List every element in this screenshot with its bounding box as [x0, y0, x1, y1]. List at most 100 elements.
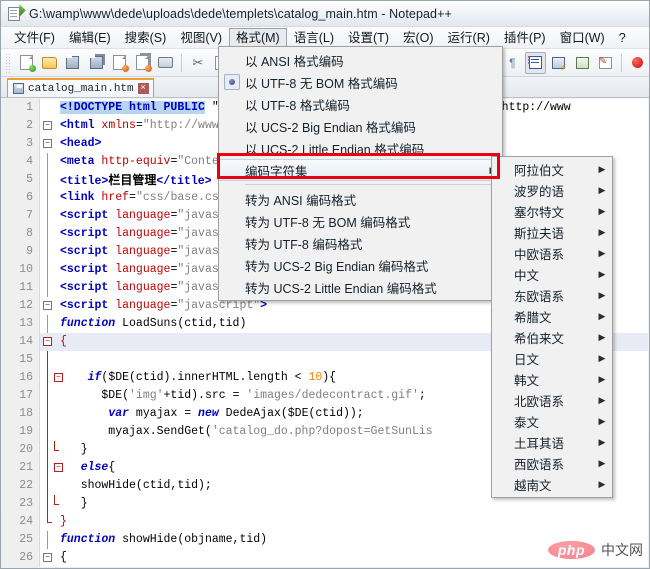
fold-column[interactable] [40, 495, 59, 513]
chevron-right-icon: ▶ [598, 290, 606, 300]
submenu-item-hebrew[interactable]: 希伯来文 ▶ [492, 327, 612, 348]
submenu-item-eastern-european[interactable]: 东欧语系 ▶ [492, 285, 612, 306]
show-all-chars-icon[interactable]: ¶ [502, 52, 523, 74]
toolbar-separator [181, 53, 183, 72]
fold-column[interactable] [40, 261, 56, 279]
submenu-item-korean[interactable]: 韩文 ▶ [492, 369, 612, 390]
indent-guide-icon[interactable] [524, 51, 547, 74]
fold-column[interactable]: − [40, 333, 56, 351]
submenu-item-vietnamese[interactable]: 越南文 ▶ [492, 474, 612, 495]
fold-column[interactable]: − [40, 459, 63, 477]
document-map-icon[interactable] [571, 52, 592, 74]
fold-column[interactable] [40, 405, 56, 423]
cut-icon[interactable]: ✂ [187, 52, 208, 74]
line-number: 26 [2, 549, 40, 567]
print-icon[interactable] [155, 52, 176, 74]
submenu-item-cyrillic[interactable]: 斯拉夫语 ▶ [492, 222, 612, 243]
php-logo: php [547, 541, 595, 559]
chevron-right-icon: ▶ [598, 227, 606, 237]
submenu-item-arabic[interactable]: 阿拉伯文 ▶ [492, 159, 612, 180]
menu-run[interactable]: 运行(R) [441, 28, 497, 48]
menu-item-encode-utf8-nobom[interactable]: 以 UTF-8 无 BOM 格式编码 [219, 71, 502, 93]
tab-label: catalog_main.htm [28, 82, 134, 95]
open-file-icon[interactable] [39, 52, 60, 74]
menu-item-encode-ucs2-le[interactable]: 以 UCS-2 Little Endian 格式编码 [219, 137, 502, 159]
format-dropdown-menu[interactable]: 以 ANSI 格式编码 以 UTF-8 无 BOM 格式编码 以 UTF-8 格… [218, 46, 503, 301]
line-number: 18 [2, 405, 40, 423]
editor-line: 24 } [2, 513, 648, 531]
menu-item-character-set[interactable]: 编码字符集 ▶ [219, 159, 502, 181]
fold-column[interactable]: − [40, 549, 56, 567]
save-icon[interactable] [62, 52, 83, 74]
fold-column[interactable] [40, 99, 56, 117]
fold-column[interactable]: − [40, 297, 56, 315]
submenu-item-thai[interactable]: 泰文 ▶ [492, 411, 612, 432]
user-define-dialog-icon[interactable]: ⚡ [548, 52, 569, 74]
fold-column[interactable] [40, 207, 56, 225]
submenu-item-western-european[interactable]: 西欧语系 ▶ [492, 453, 612, 474]
submenu-item-central-european[interactable]: 中欧语系 ▶ [492, 243, 612, 264]
radio-selected-icon [224, 74, 240, 90]
fold-column[interactable] [40, 153, 56, 171]
chevron-right-icon: ▶ [598, 311, 606, 321]
menu-item-convert-ucs2-le[interactable]: 转为 UCS-2 Little Endian 编码格式 [219, 276, 502, 298]
submenu-item-greek[interactable]: 希腊文 ▶ [492, 306, 612, 327]
fold-column[interactable] [40, 243, 56, 261]
menu-item-encode-utf8[interactable]: 以 UTF-8 格式编码 [219, 93, 502, 115]
menu-item-convert-utf8-nobom[interactable]: 转为 UTF-8 无 BOM 编码格式 [219, 210, 502, 232]
line-number: 17 [2, 387, 40, 405]
submenu-item-baltic[interactable]: 波罗的语 ▶ [492, 180, 612, 201]
menu-item-encode-ansi[interactable]: 以 ANSI 格式编码 [219, 49, 502, 71]
fold-column[interactable]: − [40, 117, 56, 135]
fold-column[interactable] [40, 531, 56, 549]
toolbar-grip[interactable] [5, 52, 12, 73]
fold-column[interactable] [40, 423, 56, 441]
save-all-icon[interactable] [85, 52, 106, 74]
menu-search[interactable]: 搜索(S) [118, 28, 174, 48]
fold-column[interactable] [40, 387, 56, 405]
fold-column[interactable] [40, 171, 56, 189]
menu-plugins[interactable]: 插件(P) [497, 28, 553, 48]
menu-macro[interactable]: 宏(O) [396, 28, 441, 48]
close-file-icon[interactable] [109, 52, 130, 74]
close-all-icon[interactable] [132, 52, 153, 74]
fold-column[interactable] [40, 441, 59, 459]
fold-column[interactable] [40, 315, 56, 333]
fold-column[interactable] [40, 189, 56, 207]
menu-item-convert-ansi[interactable]: 转为 ANSI 编码格式 [219, 188, 502, 210]
submenu-item-japanese[interactable]: 日文 ▶ [492, 348, 612, 369]
line-number: 16 [2, 369, 40, 387]
chevron-right-icon: ▶ [598, 374, 606, 384]
menu-edit[interactable]: 编辑(E) [62, 28, 118, 48]
submenu-item-celtic[interactable]: 塞尔特文 ▶ [492, 201, 612, 222]
menu-help[interactable]: ? [612, 28, 633, 48]
menu-file[interactable]: 文件(F) [7, 28, 62, 48]
menu-item-convert-ucs2-be[interactable]: 转为 UCS-2 Big Endian 编码格式 [219, 254, 502, 276]
fold-column[interactable]: − [40, 135, 56, 153]
menu-settings[interactable]: 设置(T) [341, 28, 396, 48]
menu-item-encode-ucs2-be[interactable]: 以 UCS-2 Big Endian 格式编码 [219, 115, 502, 137]
submenu-item-chinese[interactable]: 中文 ▶ [492, 264, 612, 285]
fold-column[interactable] [40, 513, 56, 531]
record-macro-icon[interactable] [627, 52, 648, 74]
function-list-icon[interactable]: ✎ [595, 52, 616, 74]
fold-column[interactable] [40, 225, 56, 243]
fold-column[interactable] [40, 279, 56, 297]
new-file-icon[interactable] [16, 52, 37, 74]
fold-column[interactable] [40, 477, 56, 495]
menu-item-convert-utf8[interactable]: 转为 UTF-8 编码格式 [219, 232, 502, 254]
charset-submenu[interactable]: 阿拉伯文 ▶ 波罗的语 ▶ 塞尔特文 ▶ 斯拉夫语 ▶ 中欧语系 ▶ 中文 ▶ … [491, 156, 613, 498]
menu-format[interactable]: 格式(M) [228, 27, 287, 48]
submenu-item-north-european[interactable]: 北欧语系 ▶ [492, 390, 612, 411]
fold-column[interactable]: − [40, 369, 63, 387]
toolbar-separator-6 [620, 53, 622, 72]
submenu-item-turkish[interactable]: 土耳其语 ▶ [492, 432, 612, 453]
menu-language[interactable]: 语言(L) [287, 28, 341, 48]
close-icon[interactable]: × [137, 83, 149, 94]
fold-column[interactable] [40, 351, 56, 369]
chevron-right-icon: ▶ [598, 353, 606, 363]
menu-view[interactable]: 视图(V) [173, 28, 229, 48]
tab-catalog-main-htm[interactable]: catalog_main.htm × [7, 78, 154, 97]
menu-window[interactable]: 窗口(W) [553, 28, 612, 48]
line-number: 4 [2, 153, 40, 171]
